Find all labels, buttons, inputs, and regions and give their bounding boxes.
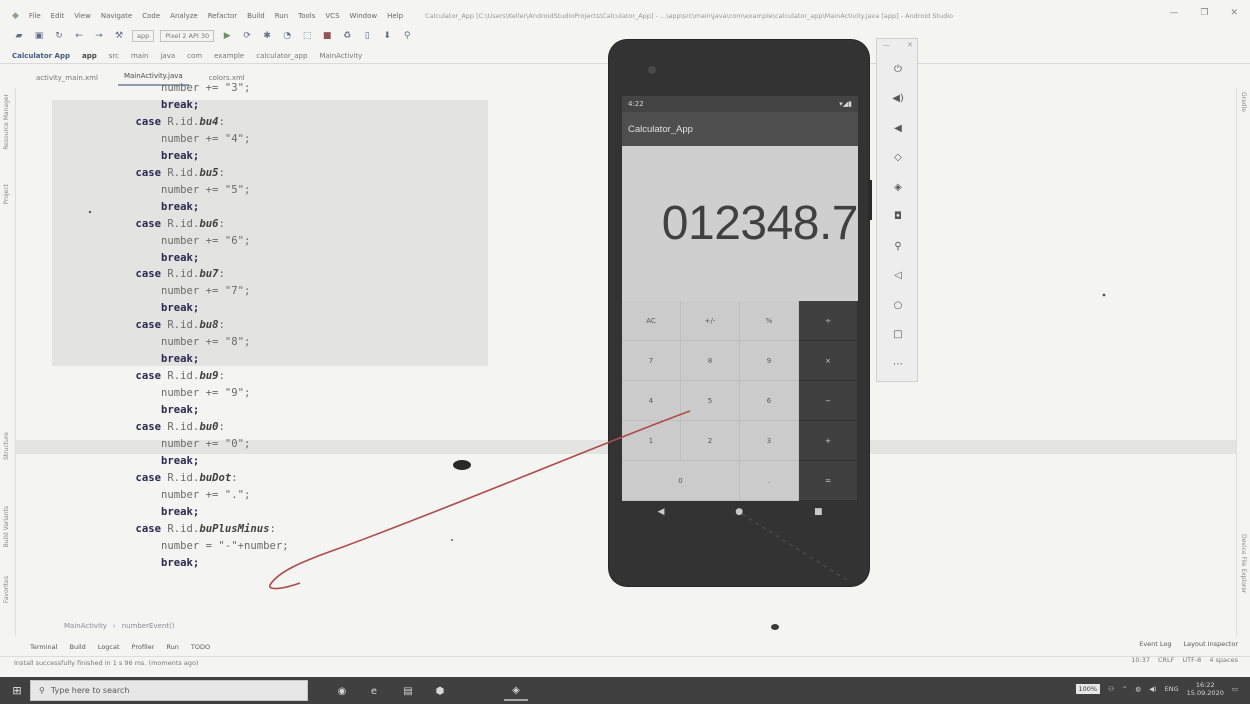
people-icon[interactable]: ⚇ bbox=[1108, 685, 1114, 693]
todo-tool[interactable]: TODO bbox=[191, 643, 210, 651]
run-tool[interactable]: Run bbox=[166, 643, 178, 651]
taskbar-search[interactable]: ⚲ Type here to search bbox=[30, 680, 308, 701]
caret-position[interactable]: 10:37 bbox=[1131, 656, 1150, 664]
ide-status-bar: Install successfully finished in 1 s 96 … bbox=[0, 656, 1250, 668]
dashed-pen-stroke bbox=[741, 513, 851, 583]
build-tool[interactable]: Build bbox=[69, 643, 85, 651]
clock-date: 15.09.2020 bbox=[1186, 689, 1224, 697]
ink-blot bbox=[453, 460, 471, 470]
clock-time: 16:22 bbox=[1195, 681, 1215, 689]
line-separator[interactable]: CRLF bbox=[1158, 656, 1174, 664]
store-icon[interactable]: ⬢ bbox=[428, 681, 452, 701]
file-encoding[interactable]: UTF-8 bbox=[1182, 656, 1201, 664]
zoom-badge[interactable]: 100% bbox=[1075, 684, 1101, 694]
windows-start-icon[interactable]: ⊞ bbox=[8, 681, 26, 699]
breadcrumb-method[interactable]: numberEvent() bbox=[122, 622, 175, 630]
ink-speck bbox=[1102, 293, 1106, 297]
language-indicator[interactable]: ENG bbox=[1165, 685, 1179, 693]
ink-speck bbox=[88, 210, 92, 214]
event-log-tool[interactable]: Event Log bbox=[1139, 640, 1171, 648]
status-message: Install successfully finished in 1 s 96 … bbox=[14, 658, 199, 667]
profiler-tool[interactable]: Profiler bbox=[132, 643, 155, 651]
edge-browser-icon[interactable]: e bbox=[362, 681, 386, 701]
bottom-tool-windows-right: Event Log Layout Inspector bbox=[1139, 640, 1238, 648]
volume-icon[interactable]: ◀) bbox=[1149, 685, 1157, 693]
system-tray: 100% ⚇ ⌃ ◍ ◀) ENG 16:22 15.09.2020 ▭ bbox=[1075, 681, 1238, 697]
task-view-icon[interactable]: ◉ bbox=[330, 681, 354, 701]
android-studio-taskbar-icon[interactable]: ◈ bbox=[504, 681, 528, 701]
notifications-icon[interactable]: ▭ bbox=[1232, 685, 1238, 693]
layout-inspector-tool[interactable]: Layout Inspector bbox=[1184, 640, 1238, 648]
logcat-tool[interactable]: Logcat bbox=[98, 643, 120, 651]
breadcrumb: MainActivity › numberEvent() bbox=[64, 622, 175, 630]
breadcrumb-class[interactable]: MainActivity bbox=[64, 622, 107, 630]
ink-speck bbox=[451, 539, 453, 541]
red-pen-stroke bbox=[269, 410, 691, 590]
ink-dot bbox=[771, 624, 779, 630]
pen-annotation-layer bbox=[88, 210, 1106, 630]
file-explorer-icon[interactable]: ▤ bbox=[396, 681, 420, 701]
network-icon[interactable]: ◍ bbox=[1135, 685, 1141, 693]
search-icon: ⚲ bbox=[39, 686, 45, 695]
tray-chevron-icon[interactable]: ⌃ bbox=[1122, 685, 1127, 693]
clock[interactable]: 16:22 15.09.2020 bbox=[1187, 681, 1224, 697]
breadcrumb-separator: › bbox=[112, 622, 116, 630]
bottom-tool-windows: Terminal Build Logcat Profiler Run TODO bbox=[0, 640, 1250, 654]
indent-setting[interactable]: 4 spaces bbox=[1209, 656, 1238, 664]
search-placeholder: Type here to search bbox=[50, 686, 130, 695]
terminal-tool[interactable]: Terminal bbox=[30, 643, 57, 651]
status-bar-right: 10:37 CRLF UTF-8 4 spaces bbox=[1131, 656, 1238, 664]
